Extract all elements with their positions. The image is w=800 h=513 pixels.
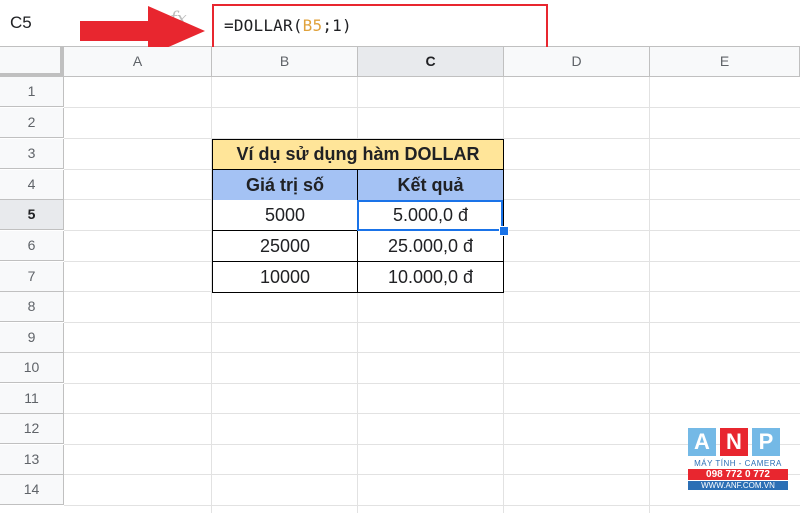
row-header-7[interactable]: 7 — [0, 262, 64, 292]
logo-phone: 098 772 0 772 — [688, 469, 788, 480]
row-header-13[interactable]: 13 — [0, 445, 64, 475]
row-header-2[interactable]: 2 — [0, 108, 64, 138]
select-all-corner[interactable] — [0, 47, 64, 77]
cell-b5[interactable]: 5000 — [212, 200, 358, 231]
cell-c6[interactable]: 25.000,0 đ — [357, 231, 504, 262]
gridline — [649, 77, 650, 513]
column-header-c[interactable]: C — [358, 47, 504, 77]
gridline — [64, 352, 800, 353]
logo-letter-a: A — [688, 428, 716, 456]
logo-website: WWW.ANF.COM.VN — [688, 481, 788, 490]
cell-b7[interactable]: 10000 — [212, 262, 358, 293]
row-header-14[interactable]: 14 — [0, 475, 64, 505]
column-header-e[interactable]: E — [650, 47, 800, 77]
row-header-10[interactable]: 10 — [0, 353, 64, 383]
cell-c5[interactable]: 5.000,0 đ — [357, 200, 504, 231]
cell-b6[interactable]: 25000 — [212, 231, 358, 262]
row-header-5[interactable]: 5 — [0, 200, 64, 230]
row-header-8[interactable]: 8 — [0, 292, 64, 322]
row-header-3[interactable]: 3 — [0, 139, 64, 169]
gridline — [64, 413, 800, 414]
table-title-cell[interactable]: Ví dụ sử dụng hàm DOLLAR — [212, 139, 504, 170]
logo-letter-n: N — [720, 428, 748, 456]
column-header-b[interactable]: B — [212, 47, 358, 77]
column-header-a[interactable]: A — [64, 47, 212, 77]
row-header-9[interactable]: 9 — [0, 323, 64, 353]
row-header-12[interactable]: 12 — [0, 414, 64, 444]
logo-letter-p: P — [752, 428, 780, 456]
logo-tagline: MÁY TÍNH - CAMERA — [694, 459, 782, 468]
row-header-1[interactable]: 1 — [0, 77, 64, 107]
gridline — [64, 383, 800, 384]
column-header-d[interactable]: D — [504, 47, 650, 77]
fill-handle[interactable] — [499, 226, 509, 236]
row-header-11[interactable]: 11 — [0, 384, 64, 414]
row-header-4[interactable]: 4 — [0, 170, 64, 200]
header-cell-result[interactable]: Kết quả — [357, 170, 504, 201]
anp-logo: A N P MÁY TÍNH - CAMERA 098 772 0 772 WW… — [688, 428, 788, 508]
gridline — [64, 322, 800, 323]
row-header-6[interactable]: 6 — [0, 231, 64, 261]
gridline — [64, 107, 800, 108]
cell-c7[interactable]: 10.000,0 đ — [357, 262, 504, 293]
header-cell-value[interactable]: Giá trị số — [212, 170, 358, 201]
name-box[interactable]: C5 — [10, 13, 32, 33]
